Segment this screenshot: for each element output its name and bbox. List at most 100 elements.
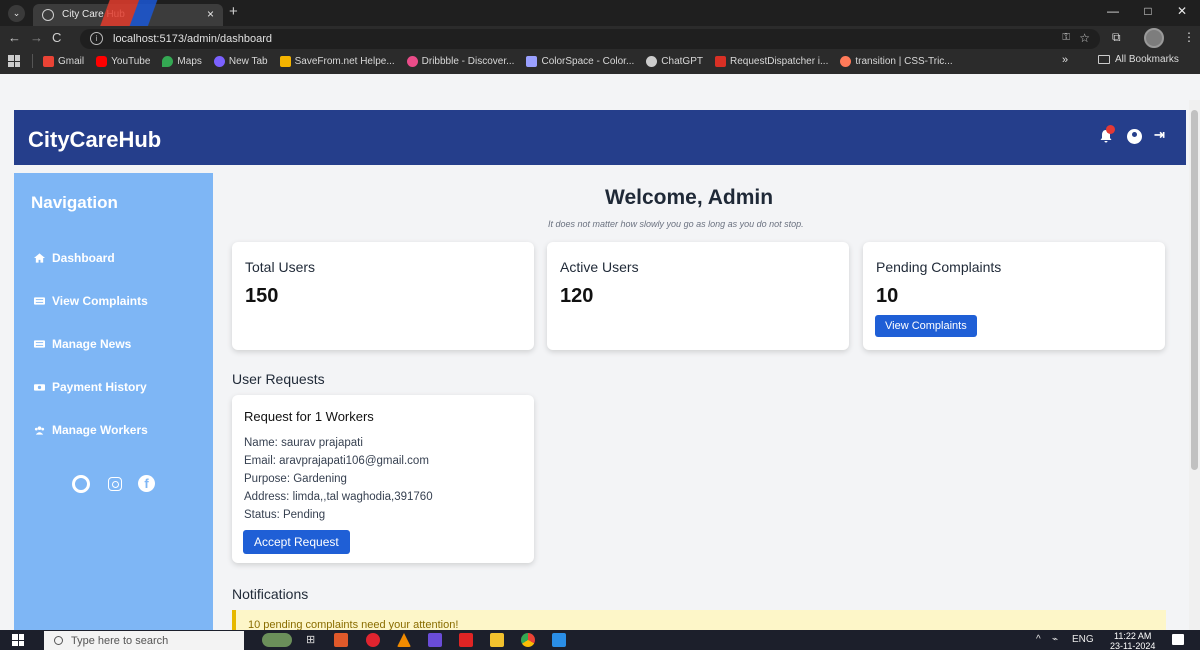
bookmark-requestdispatcher[interactable]: RequestDispatcher i... — [714, 55, 829, 67]
password-key-icon[interactable]: ⚿ — [1062, 32, 1070, 43]
network-icon[interactable]: ⌁ — [1052, 634, 1058, 645]
address-bar[interactable]: i localhost:5173/admin/dashboard ⚿ ☆ — [80, 29, 1100, 49]
bookmark-dribbble[interactable]: Dribbble - Discover... — [406, 55, 515, 67]
clock-time: 11:22 AM — [1114, 631, 1152, 641]
bookmark-label: Gmail — [58, 55, 85, 67]
stat-value: 150 — [245, 285, 279, 307]
vscode-icon[interactable] — [552, 633, 566, 647]
maximize-icon[interactable]: □ — [1135, 4, 1161, 22]
sidebar-item-label: Manage Workers — [52, 423, 148, 437]
bookmark-label: ChatGPT — [661, 55, 703, 67]
brand-logo[interactable]: CityCareHub — [28, 127, 161, 153]
sidebar-item-view-complaints[interactable]: View Complaints — [34, 294, 148, 308]
clock-date: 23-11-2024 — [1110, 641, 1156, 650]
acrobat-icon[interactable] — [459, 633, 473, 647]
sidebar-item-label: View Complaints — [52, 294, 148, 308]
tray-chevron-icon[interactable]: ^ — [1036, 634, 1041, 645]
request-address: Address: limda,,tal waghodia,391760 — [244, 491, 433, 503]
dribbble-icon — [406, 55, 418, 67]
app-header: CityCareHub ⇥ — [14, 110, 1186, 165]
bookmark-css-tricks[interactable]: transition | CSS-Tric... — [840, 55, 953, 67]
sidebar-item-label: Manage News — [52, 337, 132, 351]
youtube-icon — [96, 55, 108, 67]
sidebar-item-manage-workers[interactable]: Manage Workers — [34, 423, 148, 437]
bookmark-label: Dribbble - Discover... — [421, 55, 515, 67]
stat-label: Total Users — [245, 259, 316, 275]
site-info-icon[interactable]: i — [90, 32, 103, 45]
request-card: Request for 1 Workers Name: saurav praja… — [232, 395, 534, 563]
bookmark-maps[interactable]: Maps — [162, 55, 202, 67]
apps-grid-icon[interactable] — [8, 55, 20, 67]
minimize-icon[interactable]: — — [1100, 4, 1126, 22]
tab-close-icon[interactable]: × — [207, 7, 214, 21]
chrome-icon[interactable] — [521, 633, 535, 647]
action-center-icon[interactable] — [1172, 634, 1184, 645]
bookmark-label: New Tab — [228, 55, 268, 67]
search-icon — [54, 636, 63, 645]
request-purpose: Purpose: Gardening — [244, 473, 347, 485]
file-explorer-icon[interactable] — [490, 633, 504, 647]
sidebar-item-dashboard[interactable]: Dashboard — [34, 251, 115, 265]
stat-card-active-users: Active Users 120 — [547, 242, 849, 350]
office-icon[interactable] — [334, 633, 348, 647]
language-indicator[interactable]: ENG — [1072, 634, 1094, 645]
sidebar-item-payment-history[interactable]: Payment History — [34, 380, 147, 394]
bookmark-label: transition | CSS-Tric... — [855, 55, 953, 67]
browser-menu-icon[interactable]: ⋮ — [1183, 30, 1195, 44]
task-view-icon[interactable]: ⊞ — [306, 633, 320, 647]
view-complaints-button[interactable]: View Complaints — [875, 315, 977, 337]
stat-label: Pending Complaints — [876, 259, 1002, 275]
bookmark-savefrom[interactable]: SaveFrom.net Helpe... — [279, 55, 395, 67]
new-tab-icon[interactable]: + — [229, 3, 238, 20]
extensions-icon[interactable]: ⧉ — [1112, 30, 1121, 45]
bookmark-label: Maps — [177, 55, 202, 67]
stat-card-total-users: Total Users 150 — [232, 242, 534, 350]
request-status: Status: Pending — [244, 509, 326, 521]
url-text[interactable]: localhost:5173/admin/dashboard — [113, 33, 272, 45]
list-icon — [34, 297, 45, 305]
bookmark-label: SaveFrom.net Helpe... — [294, 55, 395, 67]
back-icon[interactable]: ← — [8, 30, 21, 45]
facebook-icon[interactable]: f — [138, 475, 155, 492]
github-icon[interactable] — [72, 475, 90, 493]
vlc-icon[interactable] — [397, 633, 411, 647]
user-circle-icon[interactable] — [1127, 129, 1142, 144]
bookmark-label: ColorSpace - Color... — [541, 55, 635, 67]
bookmark-youtube[interactable]: YouTube — [96, 55, 150, 67]
bookmark-chatgpt[interactable]: ChatGPT — [646, 55, 703, 67]
colorspace-icon — [526, 55, 538, 67]
app-icon[interactable] — [428, 633, 442, 647]
system-clock[interactable]: 11:22 AM 23-11-2024 — [1110, 631, 1155, 650]
sidebar: Navigation Dashboard View Complaints Man… — [14, 173, 213, 630]
tab-search-icon[interactable]: ⌄ — [8, 5, 25, 22]
sidebar-item-manage-news[interactable]: Manage News — [34, 337, 131, 351]
windows-start-icon[interactable] — [12, 634, 24, 646]
bookmark-star-icon[interactable]: ☆ — [1079, 31, 1090, 45]
search-placeholder: Type here to search — [71, 634, 169, 647]
css-tricks-icon — [840, 55, 852, 67]
page-scrollbar[interactable] — [1189, 100, 1200, 630]
notifications-heading: Notifications — [232, 586, 309, 602]
bookmark-colorspace[interactable]: ColorSpace - Color... — [526, 55, 635, 67]
bell-icon[interactable] — [1099, 125, 1115, 143]
instagram-icon[interactable] — [108, 477, 122, 491]
gmail-icon — [43, 55, 54, 67]
request-email: Email: aravprajapati106@gmail.com — [244, 455, 429, 467]
accept-request-button[interactable]: Accept Request — [243, 530, 350, 554]
logout-icon[interactable]: ⇥ — [1154, 127, 1165, 143]
close-window-icon[interactable]: ✕ — [1169, 4, 1195, 22]
forward-icon[interactable]: → — [30, 30, 43, 45]
news-icon — [34, 340, 45, 348]
bookmark-gmail[interactable]: Gmail — [43, 55, 85, 67]
scrollbar-thumb[interactable] — [1191, 110, 1198, 470]
bookmarks-overflow-icon[interactable]: » — [1062, 54, 1068, 66]
bookmark-label: RequestDispatcher i... — [729, 55, 829, 67]
folder-icon — [1098, 55, 1110, 64]
opera-icon[interactable] — [366, 633, 380, 647]
reload-icon[interactable]: C — [52, 30, 61, 45]
taskbar-search-input[interactable]: Type here to search — [44, 631, 244, 650]
widget-icon[interactable] — [262, 633, 292, 647]
profile-avatar[interactable] — [1144, 28, 1164, 48]
bookmark-new-tab[interactable]: New Tab — [213, 55, 268, 67]
all-bookmarks-button[interactable]: All Bookmarks — [1098, 54, 1179, 65]
